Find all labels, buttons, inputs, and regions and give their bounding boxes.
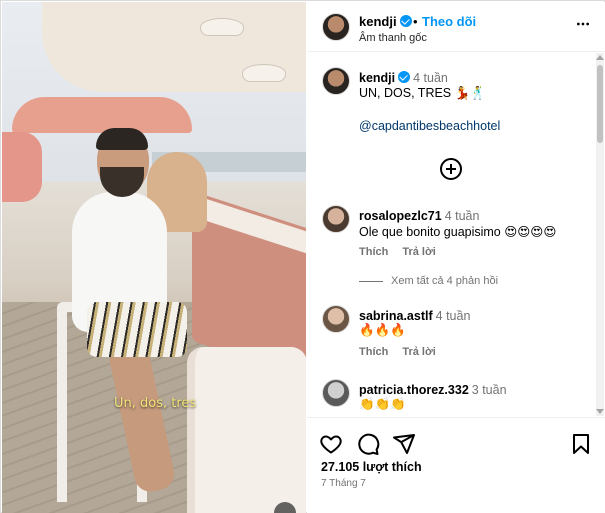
avatar[interactable] [322,67,350,95]
caption-text: UN, DOS, TRES 💃🕺 [359,86,486,100]
video-lamp [242,64,286,82]
video-umbrella [2,132,42,202]
reply-button[interactable]: Trả lời [402,346,436,358]
scrollbar-thumb[interactable] [597,65,603,143]
username-link[interactable]: kendji [359,14,397,29]
likes-count[interactable]: 27.105 lượt thích [321,460,422,474]
heart-icon[interactable] [319,432,343,456]
post-details: kendji • Theo dõi Âm thanh gốc kendji 4 t… [307,2,605,513]
bookmark-icon[interactable] [569,432,593,456]
follow-button[interactable]: Theo dõi [422,14,476,29]
post-header: kendji • Theo dõi Âm thanh gốc [307,2,605,52]
comment-text: Ole que bonito guapisimo 😍😍😍😍 [359,225,557,239]
comment-actions: Thích Trả lời [359,346,450,358]
comment-time[interactable]: 3 tuần [472,383,507,397]
share-icon[interactable] [392,432,416,456]
video-chair [187,347,306,513]
comment-username[interactable]: rosalopezlc71 [359,209,442,223]
more-horizontal-icon[interactable] [575,16,591,32]
video-lamp [200,18,244,36]
avatar[interactable] [322,305,350,333]
video-umbrella [12,97,192,133]
reply-button[interactable]: Trả lời [402,246,436,258]
verified-badge-icon [398,71,411,83]
comment-header: rosalopezlc71 4 tuần [359,207,479,225]
comment-time[interactable]: 4 tuần [445,209,480,223]
video-person-hair [96,128,148,150]
mention-link[interactable]: @capdantibesbeachhotel [359,119,500,133]
view-replies-button[interactable]: Xem tất cả 4 phản hồi [359,275,498,287]
header-username-row: kendji [359,14,412,29]
post-date[interactable]: 7 Tháng 7 [321,478,366,489]
avatar[interactable] [322,13,350,41]
video-person-shorts [87,302,187,357]
post-video[interactable]: Un, dos, tres [2,2,306,513]
verified-badge-icon [399,15,412,27]
post-modal: Un, dos, tres kendji • Theo dõi Âm thanh… [0,0,605,513]
scroll-up-arrow-icon[interactable] [596,55,604,60]
comments-list: kendji 4 tuần UN, DOS, TRES 💃🕺 @capdantib… [307,53,605,416]
caption-header: kendji 4 tuần [359,69,448,87]
comments-scrollbar[interactable] [596,53,604,416]
comment-text: 🔥🔥🔥 [359,323,406,337]
video-caption: Un, dos, tres [114,396,197,411]
caption-time[interactable]: 4 tuần [413,71,448,85]
comment-username[interactable]: patricia.thorez.332 [359,383,469,397]
separator-dot: • [413,14,418,29]
comment-text: 👏👏👏 [359,397,406,411]
avatar[interactable] [322,379,350,407]
like-comment-button[interactable]: Thích [359,346,388,358]
comment-icon[interactable] [356,432,380,456]
scroll-down-arrow-icon[interactable] [596,409,604,414]
like-comment-button[interactable]: Thích [359,246,388,258]
avatar[interactable] [322,205,350,233]
comment-actions: Thích Trả lời [359,246,450,258]
add-circle-icon[interactable] [440,158,462,180]
audio-link[interactable]: Âm thanh gốc [359,32,427,44]
comment-username[interactable]: sabrina.astlf [359,309,433,323]
comment-time[interactable]: 4 tuần [436,309,471,323]
caption-username[interactable]: kendji [359,71,395,85]
